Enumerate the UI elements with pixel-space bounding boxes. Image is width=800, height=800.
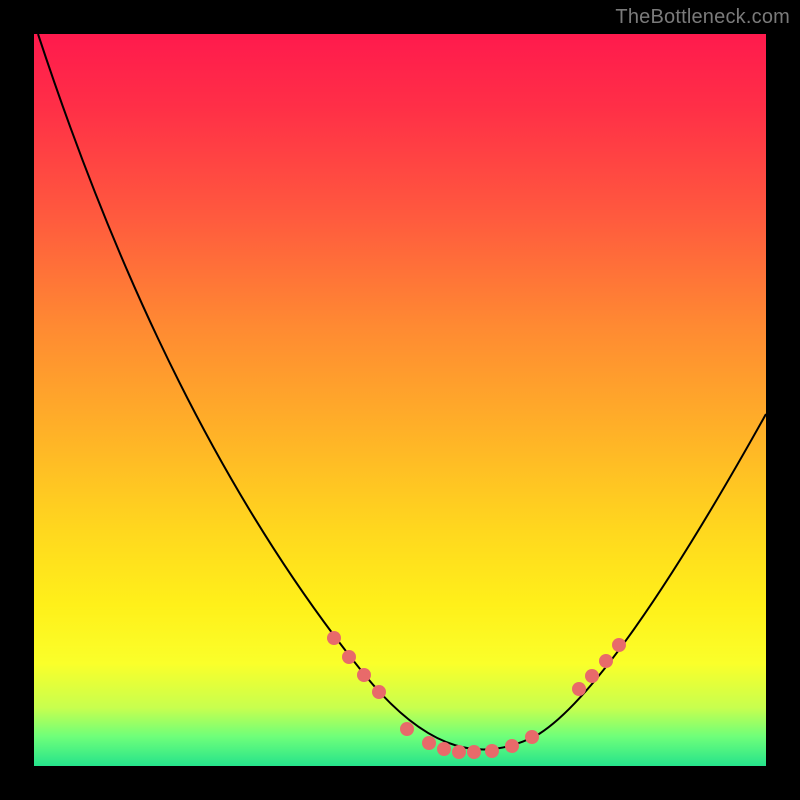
data-point (372, 685, 386, 699)
bottleneck-curve (38, 34, 766, 750)
data-point (572, 682, 586, 696)
data-point (525, 730, 539, 744)
data-point (327, 631, 341, 645)
data-point (485, 744, 499, 758)
data-point (599, 654, 613, 668)
data-point (612, 638, 626, 652)
data-point (505, 739, 519, 753)
plot-svg (34, 34, 766, 766)
chart-stage: TheBottleneck.com (0, 0, 800, 800)
data-point (422, 736, 436, 750)
data-point (452, 745, 466, 759)
marker-group (327, 631, 626, 759)
data-point (585, 669, 599, 683)
data-point (400, 722, 414, 736)
plot-area (34, 34, 766, 766)
data-point (357, 668, 371, 682)
data-point (342, 650, 356, 664)
data-point (437, 742, 451, 756)
data-point (467, 745, 481, 759)
watermark-text: TheBottleneck.com (615, 6, 790, 29)
